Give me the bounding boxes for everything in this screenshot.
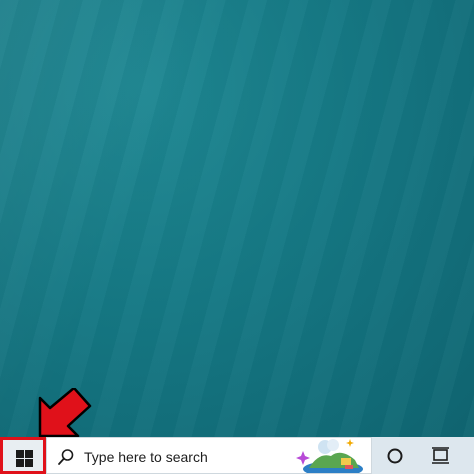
start-button[interactable]	[0, 437, 46, 474]
red-arrow-annotation	[38, 388, 92, 438]
task-view-icon	[432, 447, 449, 464]
cortana-button[interactable]	[382, 437, 410, 474]
cortana-icon	[387, 448, 403, 464]
desktop-background	[0, 0, 474, 437]
search-icon	[58, 449, 74, 465]
search-placeholder: Type here to search	[84, 449, 208, 465]
search-box[interactable]: Type here to search	[46, 437, 372, 474]
windows-logo-icon	[16, 450, 33, 467]
taskbar: Type here to search	[0, 437, 474, 474]
search-highlight-illustration[interactable]	[295, 438, 371, 473]
task-view-button[interactable]	[426, 437, 456, 474]
